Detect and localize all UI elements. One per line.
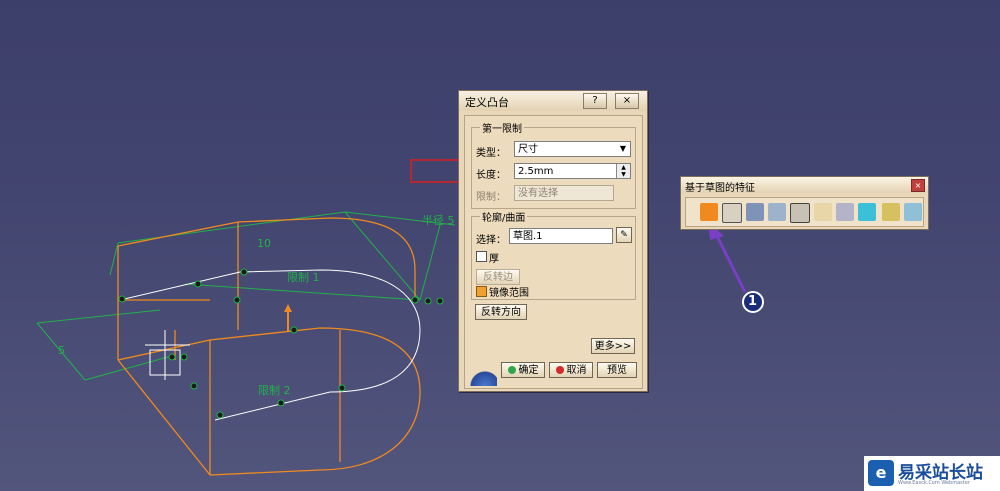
sketch-based-features-toolbar: 基于草图的特征 × <box>680 176 929 230</box>
first-limit-group: 第一限制 类型： 尺寸 ▼ 长度： 2.5mm ▲ ▼ 限制： 没有选择 <box>471 120 636 209</box>
dialog-body: 第一限制 类型： 尺寸 ▼ 长度： 2.5mm ▲ ▼ 限制： 没有选择 轮廓/曲… <box>464 115 643 389</box>
dimension-lines <box>36 211 456 381</box>
thick-checkbox[interactable] <box>476 251 487 262</box>
groove-icon[interactable] <box>768 203 786 221</box>
solid-combine-icon[interactable] <box>904 203 922 221</box>
toolbar-title: 基于草图的特征 <box>685 183 755 194</box>
type-select[interactable]: 尺寸 ▼ <box>514 141 631 157</box>
profile-label: 轮廓/曲面 <box>480 209 528 224</box>
ok-button[interactable]: 确定 <box>501 362 545 378</box>
multi-section-solid-icon[interactable] <box>858 203 876 221</box>
slot-icon[interactable] <box>836 203 854 221</box>
help-button[interactable]: ? <box>583 93 607 109</box>
cancel-button-label: 取消 <box>566 365 587 376</box>
watermark-subtext: Www.Easck.Com Webmaster <box>898 480 970 486</box>
dimension-5-label: 5 <box>58 344 65 357</box>
site-watermark: e 易采站长站 Www.Easck.Com Webmaster <box>864 456 1000 491</box>
watermark-logo: e <box>868 460 894 486</box>
globe-icon <box>465 360 497 386</box>
length-spinner[interactable]: ▲ ▼ <box>616 164 630 178</box>
dimension-10-label: 10 <box>257 237 271 250</box>
pad-icon[interactable] <box>700 203 718 221</box>
first-limit-label: 第一限制 <box>480 120 524 135</box>
toolbar-body <box>685 197 924 227</box>
limit-label: 限制： <box>476 192 506 203</box>
type-label: 类型： <box>476 148 506 159</box>
select-label: 选择： <box>476 235 506 246</box>
chevron-down-icon[interactable]: ▼ <box>617 143 629 155</box>
length-label: 长度： <box>476 170 506 181</box>
cancel-icon <box>555 366 564 374</box>
selection-input[interactable]: 草图.1 <box>509 228 613 244</box>
more-button[interactable]: 更多>> <box>591 338 635 354</box>
toolbar-close-icon[interactable]: × <box>911 179 925 192</box>
stiffener-icon[interactable] <box>882 203 900 221</box>
mirrored-extent-label: 镜像范围 <box>489 288 529 299</box>
hole-icon[interactable] <box>790 203 810 223</box>
length-value: 2.5mm <box>518 166 554 177</box>
cancel-button[interactable]: 取消 <box>549 362 593 378</box>
length-input[interactable]: 2.5mm ▲ ▼ <box>514 163 631 179</box>
dialog-titlebar[interactable]: 定义凸台 ? × <box>459 91 647 111</box>
limit-input[interactable]: 没有选择 <box>514 185 614 201</box>
close-button[interactable]: × <box>615 93 639 109</box>
ok-button-label: 确定 <box>518 365 539 376</box>
toolbar-titlebar[interactable]: 基于草图的特征 × <box>681 177 928 194</box>
define-pad-dialog: 定义凸台 ? × 第一限制 类型： 尺寸 ▼ 长度： 2.5mm ▲ ▼ 限制： … <box>458 90 648 392</box>
marker-1-label: 1 <box>748 294 758 309</box>
reverse-side-button[interactable]: 反转边 <box>476 269 520 285</box>
sketch-edit-icon[interactable]: ✎ <box>616 227 632 243</box>
pad-model <box>117 217 421 476</box>
pocket-icon[interactable] <box>722 203 742 223</box>
thick-label: 厚 <box>489 254 499 265</box>
type-value: 尺寸 <box>518 144 538 155</box>
mirrored-extent-checkbox[interactable] <box>476 286 487 297</box>
preview-button[interactable]: 预览 <box>597 362 637 378</box>
limit2-label: 限制 2 <box>258 384 291 397</box>
dialog-title: 定义凸台 <box>465 96 509 109</box>
radius-label: 半径 5 <box>422 214 455 227</box>
rib-icon[interactable] <box>814 203 832 221</box>
reverse-direction-button[interactable]: 反转方向 <box>475 304 527 320</box>
limit1-label: 限制 1 <box>287 271 320 284</box>
shaft-icon[interactable] <box>746 203 764 221</box>
direction-arrow[interactable] <box>284 304 292 332</box>
ok-icon <box>507 366 516 374</box>
